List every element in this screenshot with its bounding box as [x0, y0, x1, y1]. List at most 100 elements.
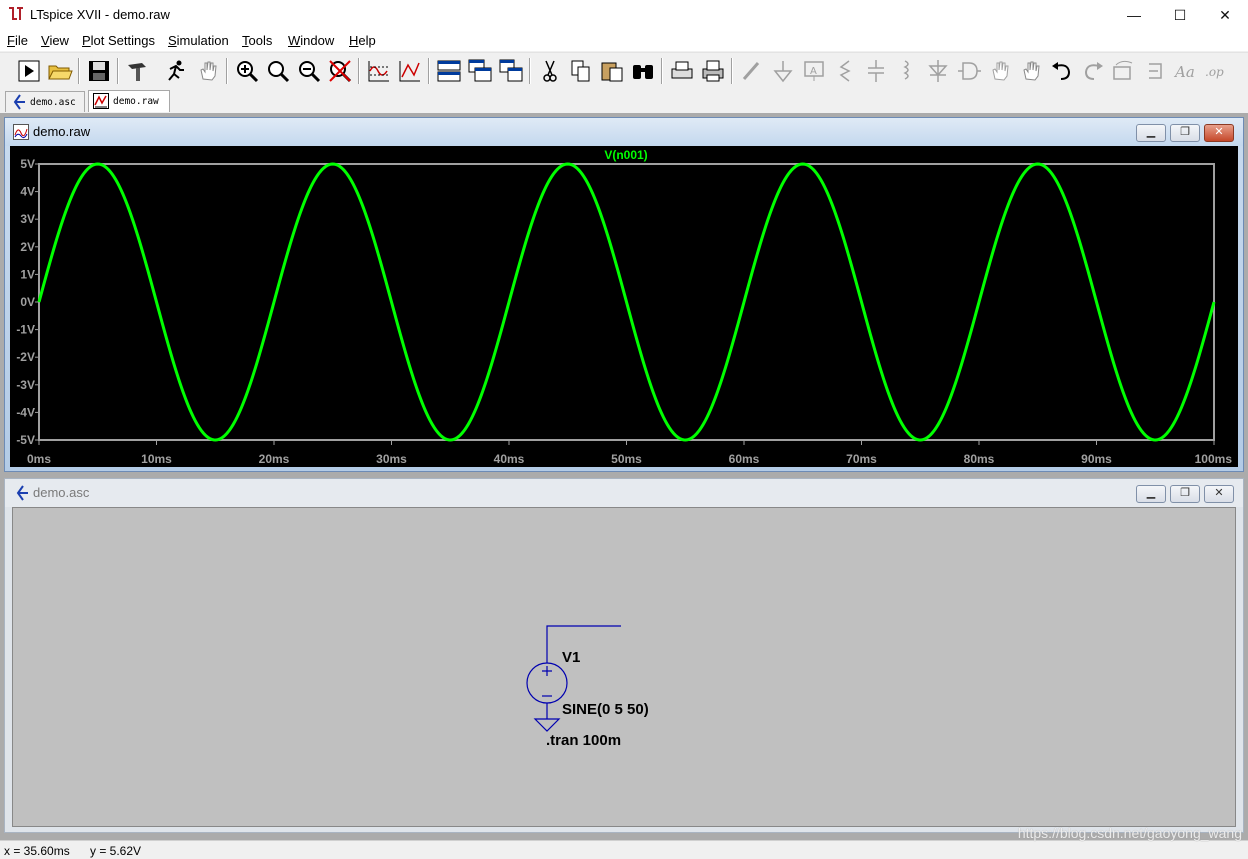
waveform-plot-pane[interactable]: 5V 4V 3V 2V 1V 0V -1V -2V -3V -4V -5V 0ms 10ms 20ms 3…: [10, 146, 1238, 467]
text-icon[interactable]: Aa: [1172, 57, 1200, 85]
x-tick-label: 100ms: [1195, 452, 1233, 466]
schematic-canvas[interactable]: V1 SINE(0 5 50) .tran 100m: [12, 507, 1236, 827]
capacitor-icon[interactable]: [862, 57, 890, 85]
waveform-window-title: demo.raw: [33, 124, 91, 139]
run-icon[interactable]: [15, 57, 43, 85]
copy-icon[interactable]: [567, 57, 595, 85]
menu-window[interactable]: Window: [288, 33, 334, 48]
menu-tools-label: ools: [248, 33, 273, 48]
running-man-icon[interactable]: [162, 57, 190, 85]
cut-icon[interactable]: [536, 57, 564, 85]
waveform-plot[interactable]: 5V 4V 3V 2V 1V 0V -1V -2V -3V -4V -5V 0ms 10ms 20ms 3…: [10, 146, 1238, 467]
child-minimize-button[interactable]: ▁: [1136, 124, 1166, 142]
child-minimize-button[interactable]: ▁: [1136, 485, 1166, 503]
menu-file[interactable]: File: [7, 33, 28, 48]
component-name[interactable]: V1: [562, 649, 580, 666]
child-close-button[interactable]: ✕: [1204, 124, 1234, 142]
tab-demo-raw[interactable]: demo.raw: [88, 90, 170, 112]
menu-plot-settings[interactable]: Plot Settings: [82, 33, 155, 48]
schematic-window: demo.asc ▁ ❐ ✕ V1 SINE(0 5 50) .tran 100…: [4, 478, 1244, 833]
print-icon[interactable]: [699, 57, 727, 85]
menu-simulation-label: imulation: [176, 33, 229, 48]
trace-v-n001[interactable]: [37, 162, 1216, 442]
drag-icon[interactable]: [1017, 57, 1045, 85]
toolbar-separator: [117, 58, 119, 84]
y-tick-label: 5V: [20, 157, 35, 171]
spice-directive[interactable]: .tran 100m: [546, 732, 621, 749]
label-net-icon[interactable]: A: [800, 57, 828, 85]
save-icon[interactable]: [85, 57, 113, 85]
hand-pan-icon[interactable]: [194, 57, 222, 85]
toolbar-separator: [428, 58, 430, 84]
component-icon[interactable]: [955, 57, 983, 85]
zoom-cancel-icon[interactable]: [326, 57, 354, 85]
toolbar-separator: [78, 58, 80, 84]
cascade-icon[interactable]: [466, 57, 494, 85]
component-value[interactable]: SINE(0 5 50): [562, 701, 649, 718]
y-axis[interactable]: 5V 4V 3V 2V 1V 0V -1V -2V -3V -4V -5V: [16, 157, 39, 447]
title-bar: LTspice XVII - demo.raw — ☐ ✕: [0, 0, 1248, 31]
wire[interactable]: [546, 625, 621, 659]
mirror-icon[interactable]: [1141, 57, 1169, 85]
menu-tools[interactable]: Tools: [242, 33, 272, 48]
inductor-icon[interactable]: [893, 57, 921, 85]
x-tick-label: 60ms: [729, 452, 760, 466]
tile-horizontal-icon[interactable]: [435, 57, 463, 85]
ground-icon[interactable]: [533, 718, 561, 732]
window-title: LTspice XVII - demo.raw: [30, 7, 170, 22]
x-axis[interactable]: 0ms 10ms 20ms 30ms 40ms 50ms 60ms 70ms 80ms 90ms 1…: [27, 440, 1232, 466]
tile-vertical-icon[interactable]: [497, 57, 525, 85]
y-tick-label: 2V: [20, 240, 35, 254]
rotate-icon[interactable]: [1110, 57, 1138, 85]
child-restore-button[interactable]: ❐: [1170, 124, 1200, 142]
ltspice-logo-icon: [8, 6, 24, 22]
find-icon[interactable]: [629, 57, 657, 85]
toolbar-separator: [529, 58, 531, 84]
tab-demo-asc[interactable]: demo.asc: [5, 91, 85, 112]
maximize-button[interactable]: ☐: [1157, 0, 1203, 31]
zoom-to-fit-icon[interactable]: [264, 57, 292, 85]
x-tick-label: 50ms: [611, 452, 642, 466]
move-icon[interactable]: [986, 57, 1014, 85]
zoom-out-icon[interactable]: [295, 57, 323, 85]
menu-help[interactable]: Help: [349, 33, 376, 48]
hammer-icon[interactable]: [124, 57, 152, 85]
svg-text:Aa: Aa: [1173, 63, 1195, 81]
open-icon[interactable]: [46, 57, 74, 85]
x-tick-label: 30ms: [376, 452, 407, 466]
spice-directive-icon[interactable]: .op: [1203, 57, 1231, 85]
menu-help-label: elp: [358, 33, 376, 48]
waveform-window-titlebar[interactable]: demo.raw ▁ ❐ ✕: [5, 118, 1243, 146]
plus-sign-icon: [542, 666, 552, 676]
menu-view-label: iew: [49, 33, 69, 48]
diode-icon[interactable]: [924, 57, 952, 85]
child-restore-button[interactable]: ❐: [1170, 485, 1200, 503]
pick-visible-icon[interactable]: [396, 57, 424, 85]
menu-simulation[interactable]: Simulation: [168, 33, 229, 48]
x-tick-label: 20ms: [259, 452, 290, 466]
redo-icon[interactable]: [1079, 57, 1107, 85]
child-close-button[interactable]: ✕: [1204, 485, 1234, 503]
schematic-window-titlebar[interactable]: demo.asc ▁ ❐ ✕: [5, 479, 1243, 507]
minimize-button[interactable]: —: [1111, 0, 1157, 31]
resistor-icon[interactable]: [831, 57, 859, 85]
menu-simulation-mnemonic: S: [168, 33, 177, 48]
paste-icon[interactable]: [598, 57, 626, 85]
autorange-icon[interactable]: [365, 57, 393, 85]
zoom-in-icon[interactable]: [233, 57, 261, 85]
tab-label: demo.raw: [113, 96, 159, 107]
wire-icon[interactable]: [738, 57, 766, 85]
tab-label: demo.asc: [30, 97, 76, 108]
x-tick-label: 80ms: [964, 452, 995, 466]
menu-view[interactable]: View: [41, 33, 69, 48]
document-tabs: demo.asc demo.raw: [0, 89, 1248, 113]
close-button[interactable]: ✕: [1202, 0, 1248, 31]
y-tick-label: -4V: [16, 405, 35, 419]
print-preview-icon[interactable]: [668, 57, 696, 85]
trace-label[interactable]: V(n001): [604, 148, 647, 162]
cursor-x-readout: x = 35.60ms: [4, 844, 70, 858]
undo-icon[interactable]: [1048, 57, 1076, 85]
svg-text:A: A: [810, 66, 817, 77]
watermark: https://blog.csdn.net/gaoyong_wang: [1017, 825, 1242, 841]
ground-icon[interactable]: [769, 57, 797, 85]
